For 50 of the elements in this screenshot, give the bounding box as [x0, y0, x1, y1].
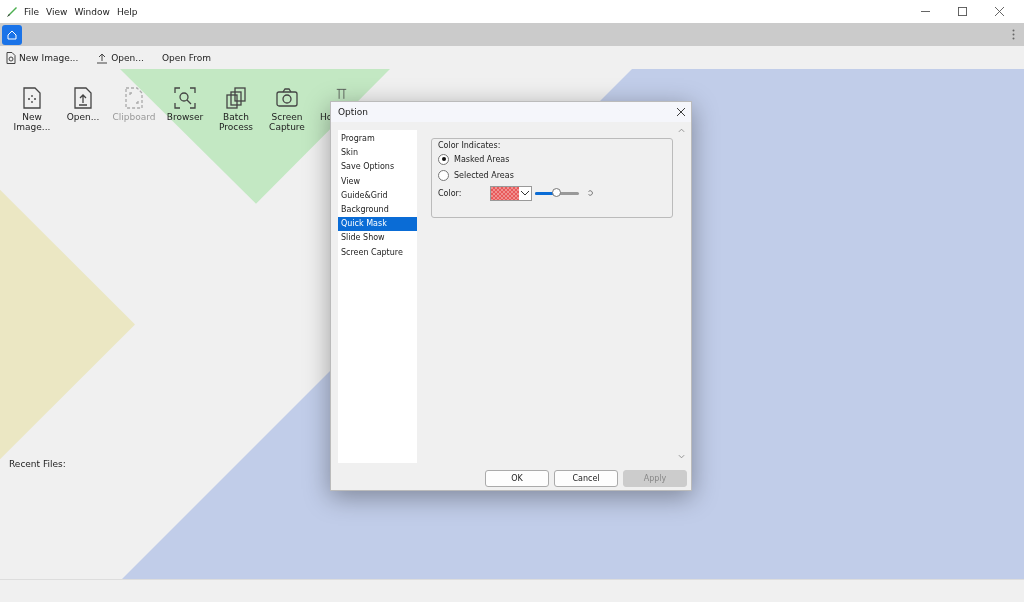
category-item[interactable]: Quick Mask [338, 217, 417, 232]
document-icon [6, 51, 16, 64]
camera-icon [276, 87, 298, 109]
toolbar-button[interactable]: Open From [159, 52, 214, 63]
recent-files-label: Recent Files: [9, 459, 67, 469]
tile-button[interactable]: Screen Capture [264, 87, 310, 132]
pi-icon [335, 87, 348, 100]
group-title: Color Indicates: [438, 141, 502, 151]
home-icon [6, 28, 18, 41]
opacity-slider[interactable] [535, 191, 579, 195]
category-item[interactable]: Save Options [338, 160, 417, 175]
tile-button[interactable]: Batch Process [213, 87, 259, 132]
close-icon[interactable] [677, 108, 685, 116]
menu-item[interactable]: Window [74, 6, 110, 17]
dialog-title: Option [338, 107, 369, 117]
menu-item[interactable]: Help [116, 6, 138, 17]
upload-icon [96, 51, 109, 64]
category-item[interactable]: Screen Capture [338, 245, 417, 260]
category-item[interactable]: Guide&Grid [338, 188, 417, 203]
maximize-icon[interactable] [958, 7, 967, 16]
category-item[interactable]: Slide Show [338, 231, 417, 246]
color-label: Color: [438, 188, 463, 198]
tile-button[interactable]: New Image... [9, 87, 55, 132]
menu-item[interactable]: File [24, 6, 40, 17]
tile-button[interactable]: Browser [162, 87, 208, 132]
more-icon[interactable] [1012, 29, 1015, 40]
category-item[interactable]: Program [338, 132, 417, 147]
tile-button[interactable]: Open... [60, 87, 106, 132]
toolbar-button[interactable]: Open... [94, 51, 146, 64]
dialog-button[interactable]: OK [485, 470, 549, 487]
home-tab[interactable] [2, 24, 22, 45]
document-icon [21, 87, 43, 109]
scroll-up-icon[interactable] [678, 128, 685, 133]
magnifier-icon [174, 87, 196, 109]
menu-item[interactable]: View [46, 6, 68, 17]
scroll-down-icon[interactable] [678, 454, 685, 459]
radio-option[interactable]: Masked Areas [438, 151, 666, 167]
category-item[interactable]: View [338, 174, 417, 189]
dialog-button[interactable]: Cancel [554, 470, 618, 487]
close-icon[interactable] [995, 7, 1004, 16]
category-item[interactable]: Background [338, 202, 417, 218]
dashed-document-icon [123, 87, 145, 109]
radio-option[interactable]: Selected Areas [438, 167, 666, 183]
color-picker[interactable] [490, 185, 532, 201]
reset-icon[interactable] [587, 190, 593, 196]
upload-document-icon [72, 87, 94, 109]
category-item[interactable]: Skin [338, 146, 417, 161]
pen-icon [6, 5, 18, 18]
toolbar-button[interactable]: New Image... [4, 51, 81, 64]
stacked-pages-icon [225, 87, 247, 109]
